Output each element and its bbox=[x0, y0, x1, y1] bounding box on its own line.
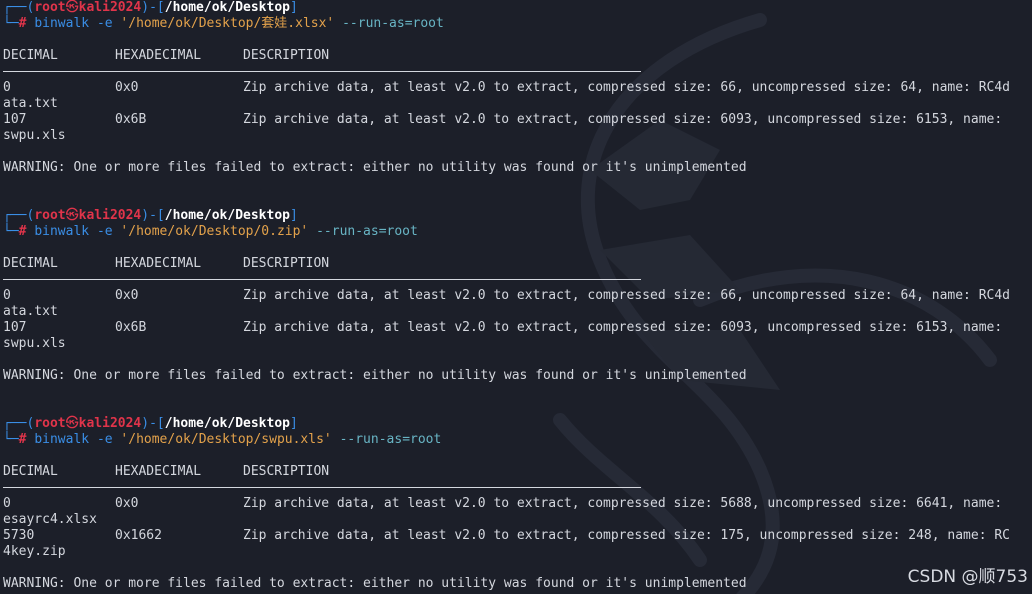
skull-symbol: ㉿ bbox=[65, 416, 79, 431]
table-divider bbox=[3, 64, 1032, 80]
command-line: └─# binwalk -e '/home/ok/Desktop/0.zip' … bbox=[3, 224, 418, 239]
table-row-wrap: ata.txt bbox=[3, 304, 58, 319]
command-argument: '/home/ok/Desktop/套娃.xlsx' bbox=[120, 16, 335, 31]
table-row-wrap: 4key.zip bbox=[3, 544, 66, 559]
table-row: 0 0x0 Zip archive data, at least v2.0 to e… bbox=[3, 288, 1011, 303]
skull-symbol: ㉿ bbox=[65, 208, 79, 223]
table-row: 5730 0x1662 Zip archive data, at least v2.… bbox=[3, 528, 1011, 543]
warning-message: WARNING: One or more files failed to ext… bbox=[3, 160, 747, 175]
command-line: └─# binwalk -e '/home/ok/Desktop/swpu.xl… bbox=[3, 432, 442, 447]
skull-symbol: ㉿ bbox=[65, 0, 79, 15]
command-name: binwalk bbox=[34, 16, 90, 31]
prompt-line: ┌──(root㉿kali2024)-[/home/ok/Desktop] bbox=[3, 0, 298, 15]
table-header: DECIMAL HEXADECIMAL DESCRIPTION bbox=[3, 48, 330, 63]
table-row-wrap: ata.txt bbox=[3, 96, 58, 111]
table-row: 0 0x0 Zip archive data, at least v2.0 to e… bbox=[3, 80, 1011, 95]
warning-message: WARNING: One or more files failed to ext… bbox=[3, 576, 747, 591]
working-directory: /home/ok/Desktop bbox=[164, 416, 290, 431]
table-row: 107 0x6B Zip archive data, at least v2.0 t… bbox=[3, 112, 1003, 127]
command-block: ┌──(root㉿kali2024)-[/home/ok/Desktop] └─… bbox=[3, 208, 1032, 416]
prompt-line: ┌──(root㉿kali2024)-[/home/ok/Desktop] bbox=[3, 416, 298, 431]
command-block: ┌──(root㉿kali2024)-[/home/ok/Desktop] └─… bbox=[3, 0, 1032, 208]
table-divider bbox=[3, 480, 1032, 496]
terminal-output[interactable]: ┌──(root㉿kali2024)-[/home/ok/Desktop] └─… bbox=[3, 0, 1032, 592]
table-header: DECIMAL HEXADECIMAL DESCRIPTION bbox=[3, 464, 330, 479]
command-block: ┌──(root㉿kali2024)-[/home/ok/Desktop] └─… bbox=[3, 416, 1032, 592]
command-name: binwalk bbox=[34, 224, 90, 239]
working-directory: /home/ok/Desktop bbox=[164, 0, 290, 15]
csdn-watermark: CSDN @顺753 bbox=[907, 567, 1028, 587]
prompt-line: ┌──(root㉿kali2024)-[/home/ok/Desktop] bbox=[3, 208, 298, 223]
warning-message: WARNING: One or more files failed to ext… bbox=[3, 368, 747, 383]
table-row: 107 0x6B Zip archive data, at least v2.0 t… bbox=[3, 320, 1003, 335]
command-argument: '/home/ok/Desktop/swpu.xls' bbox=[120, 432, 332, 447]
table-header: DECIMAL HEXADECIMAL DESCRIPTION bbox=[3, 256, 330, 271]
table-row-wrap: swpu.xls bbox=[3, 128, 66, 143]
table-divider bbox=[3, 272, 1032, 288]
table-row-wrap: esayrc4.xlsx bbox=[3, 512, 97, 527]
command-argument: '/home/ok/Desktop/0.zip' bbox=[120, 224, 309, 239]
working-directory: /home/ok/Desktop bbox=[164, 208, 290, 223]
table-row-wrap: swpu.xls bbox=[3, 336, 66, 351]
command-line: └─# binwalk -e '/home/ok/Desktop/套娃.xlsx… bbox=[3, 16, 444, 31]
table-row: 0 0x0 Zip archive data, at least v2.0 to e… bbox=[3, 496, 1003, 511]
command-name: binwalk bbox=[34, 432, 90, 447]
